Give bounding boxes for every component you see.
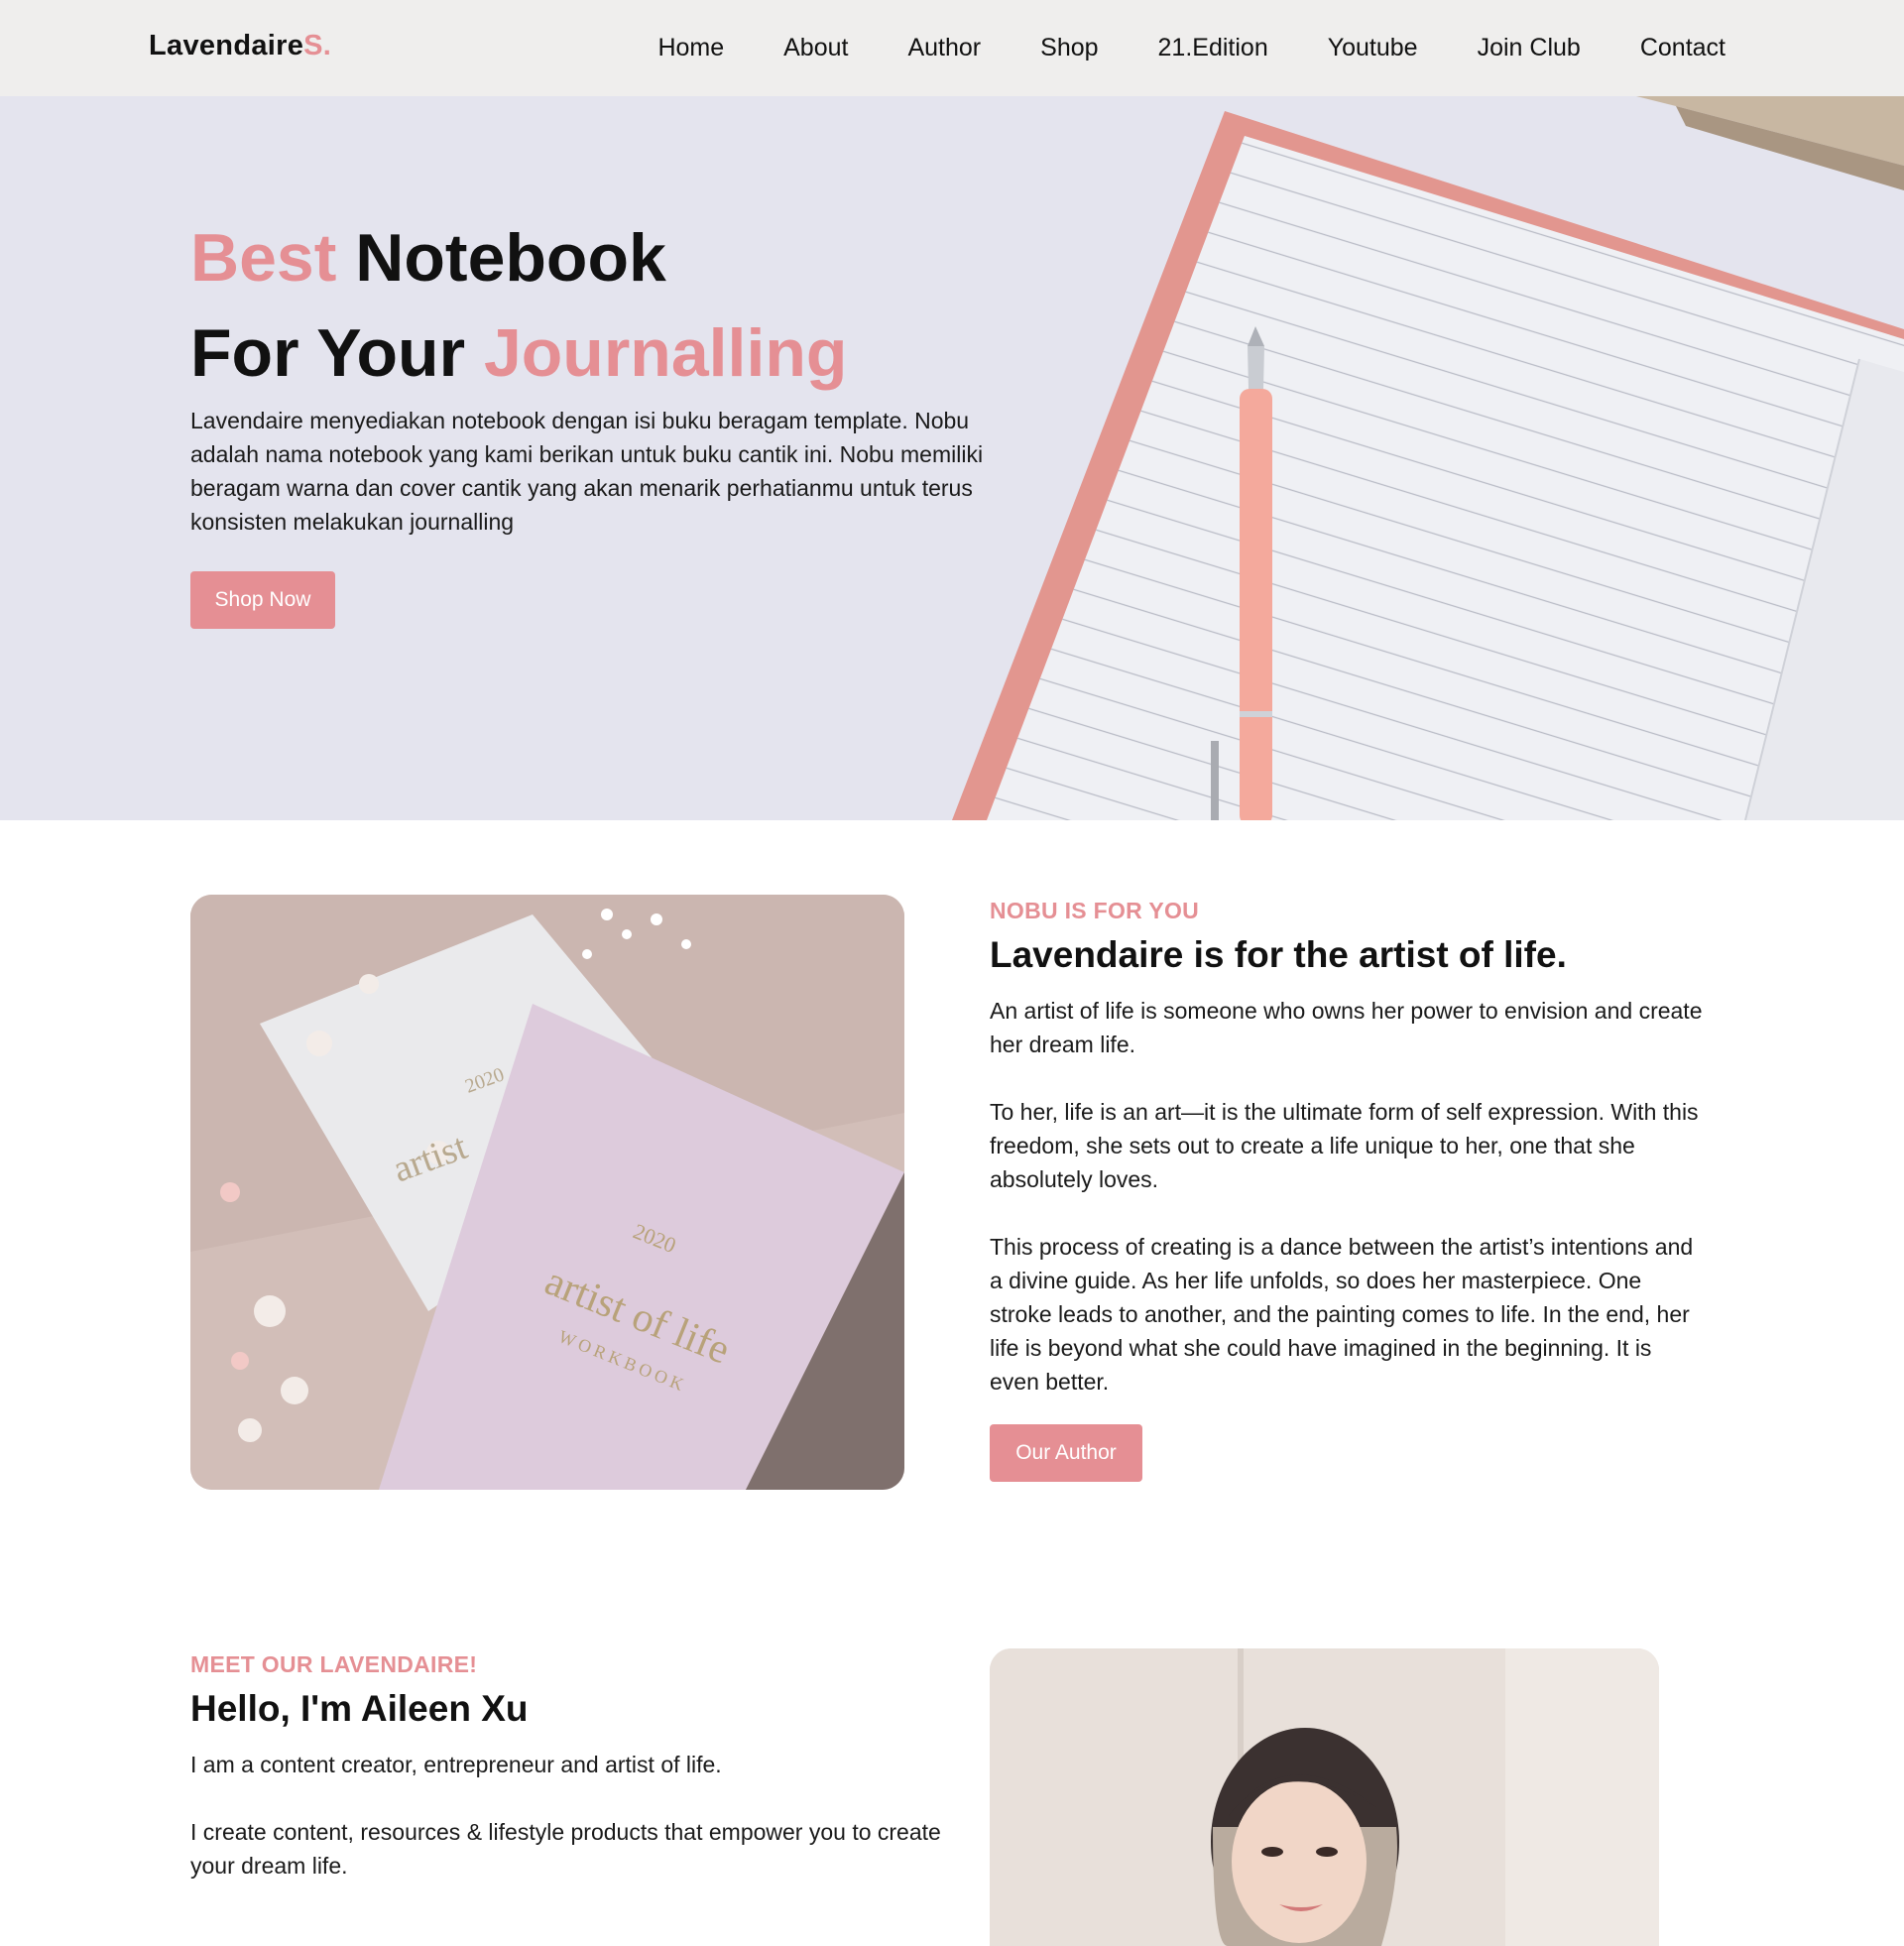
- hero-title-part-1: Notebook: [336, 220, 666, 296]
- about-title: Lavendaire is for the artist of life.: [990, 934, 1567, 975]
- shop-now-button[interactable]: Shop Now: [190, 571, 335, 629]
- about-paragraph-2: To her, life is an art—it is the ultimat…: [990, 1099, 1699, 1192]
- author-paragraph-2: I create content, resources & lifestyle …: [190, 1819, 941, 1879]
- hero-title: Best Notebook For Your Journalling: [190, 210, 847, 401]
- author-title: Hello, I'm Aileen Xu: [190, 1688, 529, 1729]
- nav-link-edition[interactable]: 21.Edition: [1158, 34, 1268, 62]
- about-paragraph-3: This process of creating is a dance betw…: [990, 1234, 1694, 1395]
- about-content: NOBU IS FOR YOU Lavendaire is for the ar…: [990, 898, 1704, 1482]
- main-nav: Home About Author Shop 21.Edition Youtub…: [598, 0, 1726, 96]
- site-logo[interactable]: LavendaireS.: [149, 30, 331, 62]
- hero-title-part-2: For Your: [190, 315, 484, 391]
- nav-link-shop[interactable]: Shop: [1040, 34, 1098, 62]
- nav-link-about[interactable]: About: [783, 34, 848, 62]
- author-content: MEET OUR LAVENDAIRE! Hello, I'm Aileen X…: [190, 1651, 944, 1883]
- our-author-button[interactable]: Our Author: [990, 1424, 1142, 1482]
- hero-description: Lavendaire menyediakan notebook dengan i…: [190, 408, 984, 535]
- nav-link-contact[interactable]: Contact: [1640, 34, 1726, 62]
- hero-title-accent-2: Journalling: [483, 315, 848, 391]
- about-kicker: NOBU IS FOR YOU: [990, 898, 1200, 923]
- author-kicker: MEET OUR LAVENDAIRE!: [190, 1651, 478, 1677]
- nav-link-join-club[interactable]: Join Club: [1478, 34, 1581, 62]
- nav-link-home[interactable]: Home: [657, 34, 724, 62]
- logo-accent: S.: [303, 30, 332, 61]
- navbar: LavendaireS. Home About Author Shop 21.E…: [0, 0, 1904, 96]
- hero-section: Best Notebook For Your Journalling Laven…: [0, 96, 1904, 820]
- author-portrait-photo: [990, 1648, 1659, 1946]
- logo-text: Lavendaire: [149, 30, 304, 61]
- nav-link-youtube[interactable]: Youtube: [1328, 34, 1418, 62]
- hero-title-accent-1: Best: [190, 220, 337, 296]
- about-paragraph-1: An artist of life is someone who owns he…: [990, 998, 1703, 1057]
- author-paragraph-1: I am a content creator, entrepreneur and…: [190, 1752, 722, 1777]
- author-portrait-image: [990, 1648, 1659, 1946]
- about-product-image: 2020 artist 2020 artist of life WORKBOOK: [190, 895, 904, 1490]
- nav-link-author[interactable]: Author: [907, 34, 981, 62]
- workbook-photo: 2020 artist 2020 artist of life WORKBOOK: [190, 895, 904, 1490]
